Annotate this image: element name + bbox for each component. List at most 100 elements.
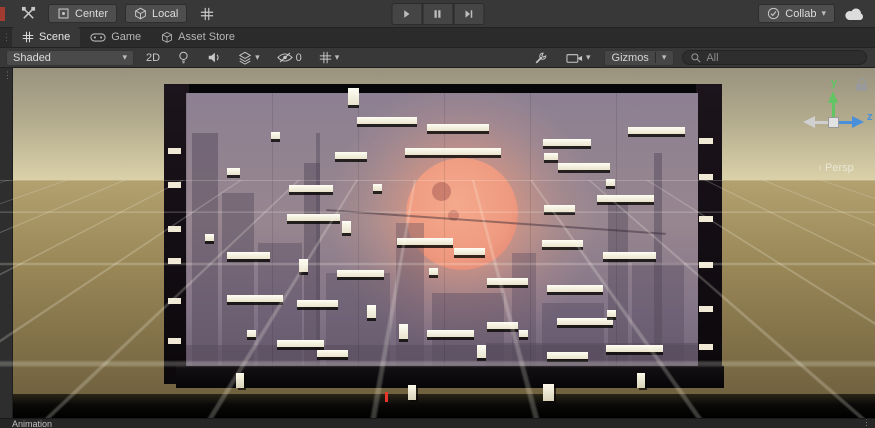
platform[interactable] xyxy=(477,345,486,358)
scene-audio-button[interactable] xyxy=(202,50,226,66)
eye-off-icon xyxy=(276,52,293,63)
pillar[interactable] xyxy=(408,385,416,400)
platform[interactable] xyxy=(542,240,583,247)
step-button[interactable] xyxy=(453,3,484,25)
collapsed-panel-edge[interactable]: ⋮ xyxy=(0,68,13,418)
axis-x-arrow-icon[interactable] xyxy=(803,116,815,128)
axis-z-label[interactable]: z xyxy=(867,111,873,123)
platform[interactable] xyxy=(603,252,656,259)
notch xyxy=(699,216,713,222)
platform[interactable] xyxy=(558,163,610,170)
custom-tools-button[interactable] xyxy=(16,4,40,24)
tab-game[interactable]: Game xyxy=(80,27,151,47)
notch xyxy=(168,148,181,154)
grid-icon xyxy=(319,51,331,64)
platform[interactable] xyxy=(547,352,588,359)
platform[interactable] xyxy=(277,340,324,347)
more-menu-icon[interactable]: ⋮ xyxy=(862,419,871,428)
scene-effects-dropdown[interactable]: ▾ xyxy=(233,50,265,66)
platform[interactable] xyxy=(247,330,256,337)
cloud-services-button[interactable] xyxy=(843,4,867,24)
axis-y-line xyxy=(832,103,835,117)
platform[interactable] xyxy=(628,127,685,134)
axis-y-arrow-icon[interactable] xyxy=(828,91,838,103)
animation-tab[interactable]: Animation xyxy=(12,419,52,428)
platform[interactable] xyxy=(544,205,575,212)
axis-z-arrow-icon[interactable] xyxy=(852,116,864,128)
tab-asset-store[interactable]: Asset Store xyxy=(151,27,245,47)
axis-y-label[interactable]: y xyxy=(831,77,837,89)
platform[interactable] xyxy=(373,184,382,191)
player-spawn-marker[interactable] xyxy=(385,392,388,402)
platform[interactable] xyxy=(454,248,485,255)
platform[interactable] xyxy=(297,300,338,307)
hidden-objects-button[interactable]: 0 xyxy=(272,50,307,66)
platform[interactable] xyxy=(289,185,333,192)
pause-button[interactable] xyxy=(422,3,453,25)
pivot-center-button[interactable]: Center xyxy=(48,4,118,23)
platform[interactable] xyxy=(427,124,489,131)
scene-camera-dropdown[interactable]: ▾ xyxy=(561,50,596,66)
platform[interactable] xyxy=(557,318,613,325)
platform[interactable] xyxy=(547,285,603,292)
pivot-center-label: Center xyxy=(75,7,109,20)
pillar[interactable] xyxy=(543,384,554,401)
scene-tools-button[interactable] xyxy=(529,50,553,66)
platform[interactable] xyxy=(427,330,474,337)
scene-search-input[interactable]: All xyxy=(682,50,867,65)
platform[interactable] xyxy=(487,278,528,285)
platform[interactable] xyxy=(357,117,417,124)
gizmo-center-cube[interactable] xyxy=(828,117,839,128)
platform[interactable] xyxy=(299,259,308,272)
play-icon xyxy=(404,10,410,18)
platform[interactable] xyxy=(317,350,348,357)
platform[interactable] xyxy=(405,148,501,155)
collab-label: Collab xyxy=(785,7,817,20)
light-bulb-icon xyxy=(179,51,188,64)
platform[interactable] xyxy=(335,152,367,159)
platform[interactable] xyxy=(606,179,615,186)
gizmos-dropdown[interactable]: Gizmos ▾ xyxy=(603,49,675,66)
platform[interactable] xyxy=(227,168,240,175)
grid-snap-button[interactable] xyxy=(195,4,219,24)
shading-mode-label: Shaded xyxy=(13,51,51,64)
platform[interactable] xyxy=(399,324,408,339)
platform[interactable] xyxy=(606,345,663,352)
scene-viewport[interactable]: ⋮ y z ‹ Persp xyxy=(0,68,875,418)
platform[interactable] xyxy=(519,330,528,337)
chevron-down-icon: ▾ xyxy=(122,52,127,62)
notch xyxy=(168,298,181,304)
platform[interactable] xyxy=(227,295,283,302)
platform[interactable] xyxy=(342,221,351,233)
toggle-2d-button[interactable]: 2D xyxy=(141,50,165,66)
platform[interactable] xyxy=(348,88,359,105)
tab-scene-label: Scene xyxy=(39,31,71,43)
grid-visibility-dropdown[interactable]: ▾ xyxy=(314,50,345,66)
platform[interactable] xyxy=(543,139,591,146)
play-button[interactable] xyxy=(391,3,422,25)
platform[interactable] xyxy=(487,322,518,329)
orientation-local-button[interactable]: Local xyxy=(125,4,188,23)
scene-lighting-button[interactable] xyxy=(172,50,195,66)
tab-scene[interactable]: Scene xyxy=(12,27,81,47)
projection-toggle[interactable]: ‹ Persp xyxy=(800,162,872,174)
collab-dropdown[interactable]: Collab ▾ xyxy=(758,4,835,23)
platform[interactable] xyxy=(367,305,376,318)
platform[interactable] xyxy=(227,252,270,259)
pillar[interactable] xyxy=(236,373,244,388)
dock-handle[interactable]: ⋮ xyxy=(2,32,11,43)
platform[interactable] xyxy=(337,270,384,277)
platform[interactable] xyxy=(544,153,558,160)
platform[interactable] xyxy=(205,234,214,241)
chevron-down-icon: ▾ xyxy=(334,52,340,62)
pillar[interactable] xyxy=(637,373,645,388)
platform[interactable] xyxy=(397,238,453,245)
dock-handle[interactable]: ⋮ xyxy=(3,70,12,81)
shading-mode-dropdown[interactable]: Shaded ▾ xyxy=(6,49,134,66)
platform[interactable] xyxy=(287,214,340,221)
platform[interactable] xyxy=(429,268,438,275)
platform[interactable] xyxy=(271,132,280,139)
platform[interactable] xyxy=(597,195,654,202)
platform[interactable] xyxy=(607,310,616,317)
lock-icon[interactable] xyxy=(856,78,868,92)
